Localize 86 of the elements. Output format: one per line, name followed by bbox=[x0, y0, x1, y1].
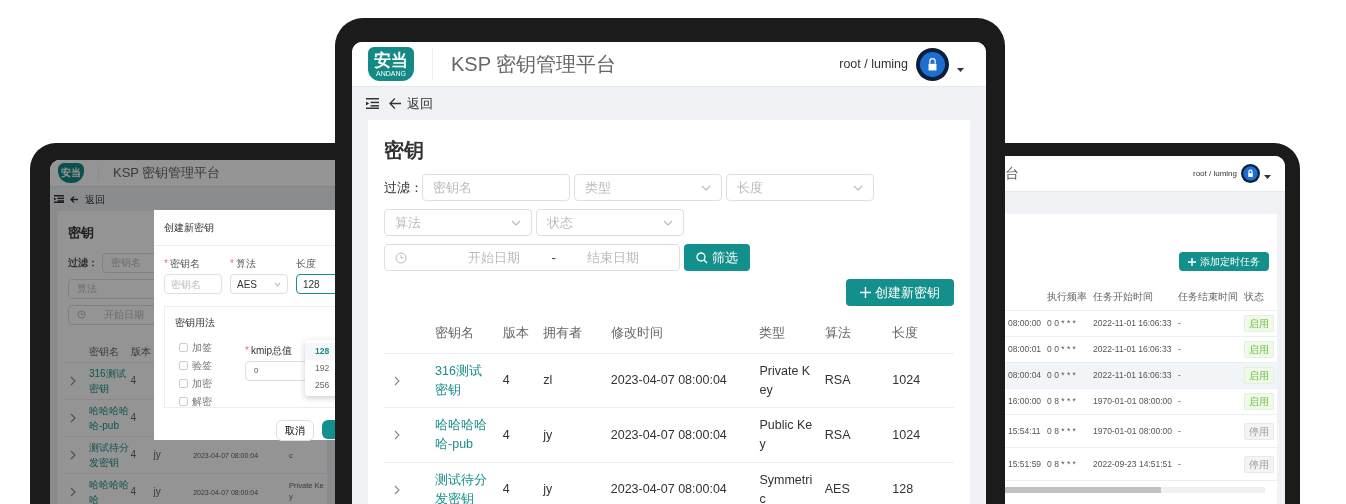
status-tag: 停用 bbox=[1244, 422, 1275, 440]
column-header: 拥有者 bbox=[537, 316, 605, 354]
table-cell: 4 bbox=[496, 353, 538, 408]
table-cell: - bbox=[1175, 310, 1242, 337]
filter-label: 过滤： bbox=[68, 256, 98, 270]
table-cell: 15:54:11 bbox=[1005, 414, 1045, 448]
table-cell: 4 bbox=[130, 486, 137, 497]
table-cell: 1970-01-01 08:00:00 bbox=[1090, 414, 1176, 448]
column-header: 任务开始时间 bbox=[1090, 283, 1176, 311]
required-mark: * bbox=[164, 257, 168, 271]
table-cell: 4 bbox=[130, 412, 137, 423]
table-cell: jy bbox=[537, 462, 605, 504]
table-cell: 08:00:01 bbox=[1005, 336, 1045, 363]
column-header: 算法 bbox=[818, 316, 887, 354]
column-header: 长度 bbox=[886, 316, 954, 354]
table-cell: Public Key bbox=[753, 407, 819, 463]
table-cell: - bbox=[1175, 388, 1242, 415]
table-cell: 128 bbox=[886, 462, 954, 504]
table-cell: 2022-11-01 16:06:33 bbox=[1090, 310, 1176, 337]
table-cell: 1970-01-01 08:00:00 bbox=[1090, 388, 1176, 415]
table-cell: - bbox=[1175, 336, 1242, 363]
logo: 安当 bbox=[58, 163, 84, 183]
status-tag: 启用 bbox=[1244, 315, 1275, 332]
table-cell: - bbox=[1175, 447, 1242, 481]
table-cell: 0 0 * * * bbox=[1044, 310, 1091, 337]
table-cell: 1024 bbox=[886, 407, 954, 463]
table-cell: 0 0 * * * bbox=[1044, 362, 1091, 389]
table-cell: 2022-11-01 16:06:33 bbox=[1090, 336, 1176, 363]
status-tag: 启用 bbox=[1244, 341, 1275, 358]
table-cell: 2023-04-07 08:00:04 bbox=[604, 462, 754, 504]
table-cell: 08:00:04 bbox=[1005, 362, 1045, 389]
column-header: 类型 bbox=[753, 316, 819, 354]
status-tag: 启用 bbox=[1244, 393, 1275, 410]
table-cell: zl bbox=[537, 353, 605, 408]
table-cell: 16:00:00 bbox=[1005, 388, 1045, 415]
table-cell: - bbox=[1175, 362, 1242, 389]
app-title: KSP 密钥管理平台 bbox=[451, 52, 617, 77]
table-cell: Private Key bbox=[753, 353, 819, 408]
checkbox-label: 加签 bbox=[192, 341, 212, 355]
table-cell: - bbox=[1175, 414, 1242, 448]
table-cell: AES bbox=[818, 462, 887, 504]
table-cell: 4 bbox=[496, 462, 538, 504]
app-title: KSP 密钥管理平台 bbox=[113, 164, 221, 183]
table-cell: 0 0 * * * bbox=[1044, 336, 1091, 363]
table-cell: 0 8 * * * bbox=[1044, 414, 1091, 448]
filter-label: 过滤： bbox=[384, 178, 418, 197]
field-label: kmip总值 bbox=[250, 344, 293, 358]
page-title: 密钥 bbox=[384, 138, 425, 162]
table-cell: 4 bbox=[130, 375, 137, 386]
column-header: 修改时间 bbox=[604, 316, 754, 354]
table-cell: jy bbox=[537, 407, 605, 463]
status-tag: 启用 bbox=[1244, 367, 1275, 384]
table-cell: jy bbox=[153, 449, 161, 460]
column-header: 版本 bbox=[130, 345, 151, 357]
table-cell: 4 bbox=[130, 449, 137, 460]
table-cell: 1024 bbox=[886, 353, 954, 408]
column-header: 执行频率 bbox=[1044, 283, 1091, 311]
page-title: 密钥 bbox=[68, 225, 94, 240]
column-header: 任务结束时间 bbox=[1175, 283, 1242, 311]
column-header: 版本 bbox=[496, 316, 538, 354]
app-title: 台 bbox=[1005, 164, 1019, 183]
status-tag: 停用 bbox=[1244, 455, 1275, 473]
field-label: 长度 bbox=[296, 257, 316, 271]
table-cell: RSA bbox=[818, 407, 887, 463]
table-cell: jy bbox=[153, 486, 161, 497]
field-label: 密钥名 bbox=[169, 257, 200, 271]
table-cell: 4 bbox=[496, 407, 538, 463]
column-header: 状态 bbox=[1241, 283, 1278, 311]
column-header: 密钥名 bbox=[429, 316, 497, 354]
table-cell: 0 8 * * * bbox=[1044, 388, 1091, 415]
required-mark: * bbox=[230, 257, 234, 271]
checkbox-label: 加密 bbox=[192, 377, 212, 391]
table-cell: 08:00:00 bbox=[1005, 310, 1045, 337]
required-mark: * bbox=[245, 344, 249, 358]
table-cell: Symmetric bbox=[753, 462, 819, 504]
checkbox-label: 解密 bbox=[192, 395, 212, 409]
checkbox-label: 验签 bbox=[192, 359, 212, 373]
table-cell: 2023-04-07 08:00:04 bbox=[604, 407, 754, 463]
table-cell: 2022-09-23 14:51:51 bbox=[1090, 447, 1176, 481]
column-header: 密钥名 bbox=[88, 345, 119, 357]
table-cell: 2023-04-07 08:00:04 bbox=[604, 353, 754, 408]
table-cell: 2022-11-01 16:06:33 bbox=[1090, 362, 1176, 389]
table-cell: RSA bbox=[818, 353, 887, 408]
table-cell: 15:51:59 bbox=[1005, 447, 1045, 481]
table-cell: 0 8 * * * bbox=[1044, 447, 1091, 481]
field-label: 算法 bbox=[235, 257, 256, 271]
